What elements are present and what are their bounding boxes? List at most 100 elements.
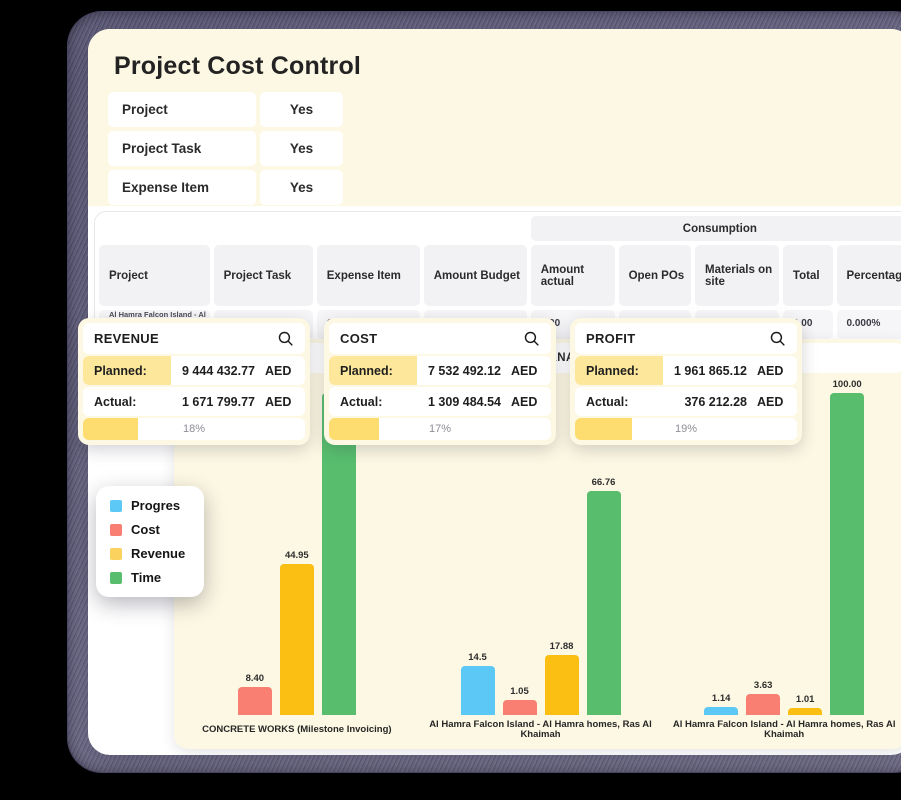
filter-label-project-task[interactable]: Project Task xyxy=(108,131,256,166)
bar-value-label: 1.14 xyxy=(711,692,731,704)
filter-label-expense-item[interactable]: Expense Item xyxy=(108,170,256,205)
kpi-actual-value: 1 309 484.54 xyxy=(428,394,501,409)
kpi-planned-value: 1 961 865.12 xyxy=(674,363,747,378)
kpi-card-row: REVENUE Planned: 9 444 432.77 AED Actual… xyxy=(78,318,802,445)
cell-percentage: 0.000% xyxy=(836,310,901,339)
bar-revenue[interactable] xyxy=(788,707,823,715)
bar-time[interactable] xyxy=(586,490,621,715)
kpi-planned-currency: AED xyxy=(757,363,784,378)
kpi-progress-fill xyxy=(329,418,379,440)
kpi-actual-value: 1 671 799.77 xyxy=(182,394,255,409)
kpi-planned-currency: AED xyxy=(265,363,292,378)
kpi-title: PROFIT xyxy=(586,331,636,346)
bar-progres[interactable] xyxy=(460,666,495,715)
kpi-card-revenue[interactable]: REVENUE Planned: 9 444 432.77 AED Actual… xyxy=(78,318,310,445)
kpi-planned-currency: AED xyxy=(511,363,538,378)
column-header-open-pos[interactable]: Open POs xyxy=(618,245,692,306)
bar-cost[interactable] xyxy=(502,699,537,715)
kpi-planned-label: Planned: xyxy=(575,356,663,385)
column-header-materials-on-site[interactable]: Materials on site xyxy=(695,245,779,306)
legend-label: Cost xyxy=(131,522,160,537)
kpi-planned-row: Planned: 7 532 492.12 AED xyxy=(329,356,551,385)
column-header-percentage[interactable]: Percentage xyxy=(836,245,901,306)
kpi-revenue-title-row: REVENUE xyxy=(83,323,305,354)
legend-swatch-time xyxy=(110,571,122,584)
filter-row[interactable]: Project Yes xyxy=(108,92,343,127)
bar-cost[interactable] xyxy=(237,686,272,715)
filter-value-project-task[interactable]: Yes xyxy=(260,131,343,166)
kpi-actual-row: Actual: 1 309 484.54 AED xyxy=(329,387,551,416)
kpi-cost-title-row: COST xyxy=(329,323,551,354)
kpi-profit-title-row: PROFIT xyxy=(575,323,797,354)
kpi-actual-label: Actual: xyxy=(94,394,137,409)
legend-swatch-cost xyxy=(110,523,122,536)
filter-row[interactable]: Project Task Yes xyxy=(108,131,343,166)
kpi-progress-bar: 17% xyxy=(329,418,551,440)
search-icon[interactable] xyxy=(277,330,294,347)
bar-revenue[interactable] xyxy=(279,563,314,715)
kpi-progress-bar: 19% xyxy=(575,418,797,440)
legend-label: Progres xyxy=(131,498,181,513)
header-panel: Project Cost Control Project Yes Project… xyxy=(88,29,901,206)
kpi-title: REVENUE xyxy=(94,331,159,346)
bar-value-label: 1.05 xyxy=(510,685,529,697)
bar-time[interactable] xyxy=(830,393,865,715)
kpi-progress-label: 18% xyxy=(182,423,206,435)
kpi-actual-value: 376 212.28 xyxy=(684,394,747,409)
kpi-card-cost[interactable]: COST Planned: 7 532 492.12 AED Actual: 1… xyxy=(324,318,556,445)
bar-value-label: 3.63 xyxy=(753,679,773,691)
legend-item-revenue[interactable]: Revenue xyxy=(110,546,194,561)
kpi-actual-row: Actual: 1 671 799.77 AED xyxy=(83,387,305,416)
kpi-card-profit[interactable]: PROFIT Planned: 1 961 865.12 AED Actual:… xyxy=(570,318,802,445)
filter-row[interactable]: Expense Item Yes xyxy=(108,170,343,205)
bar-cost[interactable] xyxy=(746,693,781,715)
bar-value-label: 8.40 xyxy=(245,672,265,684)
search-icon[interactable] xyxy=(523,330,540,347)
column-header-amount-actual[interactable]: Amount actual xyxy=(530,245,615,306)
group-header-consumption: Consumption xyxy=(530,216,901,241)
filter-list: Project Yes Project Task Yes Expense Ite… xyxy=(108,92,343,209)
kpi-progress-label: 19% xyxy=(674,423,698,435)
column-header-project[interactable]: Project xyxy=(99,245,210,306)
bar-value-label: 66.76 xyxy=(591,476,616,488)
kpi-actual-label: Actual: xyxy=(340,394,383,409)
bar-value-label: 14.5 xyxy=(468,652,487,664)
filter-value-project[interactable]: Yes xyxy=(260,92,343,127)
kpi-actual-label: Actual: xyxy=(586,394,629,409)
column-header-expense-item[interactable]: Expense Item xyxy=(316,245,420,306)
filter-label-project[interactable]: Project xyxy=(108,92,256,127)
legend-swatch-progres xyxy=(110,499,122,512)
kpi-actual-currency: AED xyxy=(757,394,784,409)
filter-value-expense-item[interactable]: Yes xyxy=(260,170,343,205)
kpi-progress-fill xyxy=(575,418,632,440)
column-header-project-task[interactable]: Project Task xyxy=(213,245,313,306)
search-icon[interactable] xyxy=(769,330,786,347)
kpi-actual-currency: AED xyxy=(265,394,292,409)
bar-progres[interactable] xyxy=(704,706,739,715)
column-header-total[interactable]: Total xyxy=(782,245,833,306)
bar-value-label: 100.00 xyxy=(832,379,862,390)
chart-legend: Progres Cost Revenue Time xyxy=(96,486,204,597)
legend-item-time[interactable]: Time xyxy=(110,570,194,585)
kpi-planned-row: Planned: 1 961 865.12 AED xyxy=(575,356,797,385)
kpi-progress-bar: 18% xyxy=(83,418,305,440)
kpi-planned-label: Planned: xyxy=(83,356,171,385)
legend-item-progres[interactable]: Progres xyxy=(110,498,194,513)
column-header-amount-budget[interactable]: Amount Budget xyxy=(423,245,527,306)
chart-2-caption: Al Hamra Falcon Island - Al Hamra homes,… xyxy=(429,718,652,740)
kpi-planned-value: 9 444 432.77 xyxy=(182,363,255,378)
bar-group-time[interactable]: 100.00 xyxy=(830,379,865,715)
legend-label: Time xyxy=(131,570,162,585)
legend-item-cost[interactable]: Cost xyxy=(110,522,194,537)
kpi-progress-label: 17% xyxy=(428,423,452,435)
table-header-row: Project Project Task Expense Item Amount… xyxy=(99,245,901,306)
kpi-progress-fill xyxy=(83,418,138,440)
kpi-title: COST xyxy=(340,331,378,346)
legend-label: Revenue xyxy=(131,546,186,561)
kpi-planned-value: 7 532 492.12 xyxy=(428,363,501,378)
bar-value-label: 1.01 xyxy=(795,693,815,705)
kpi-planned-row: Planned: 9 444 432.77 AED xyxy=(83,356,305,385)
page-title: Project Cost Control xyxy=(114,52,362,80)
bar-revenue[interactable] xyxy=(544,654,579,715)
screenshot-stage: Project Cost Control Project Yes Project… xyxy=(0,0,901,800)
